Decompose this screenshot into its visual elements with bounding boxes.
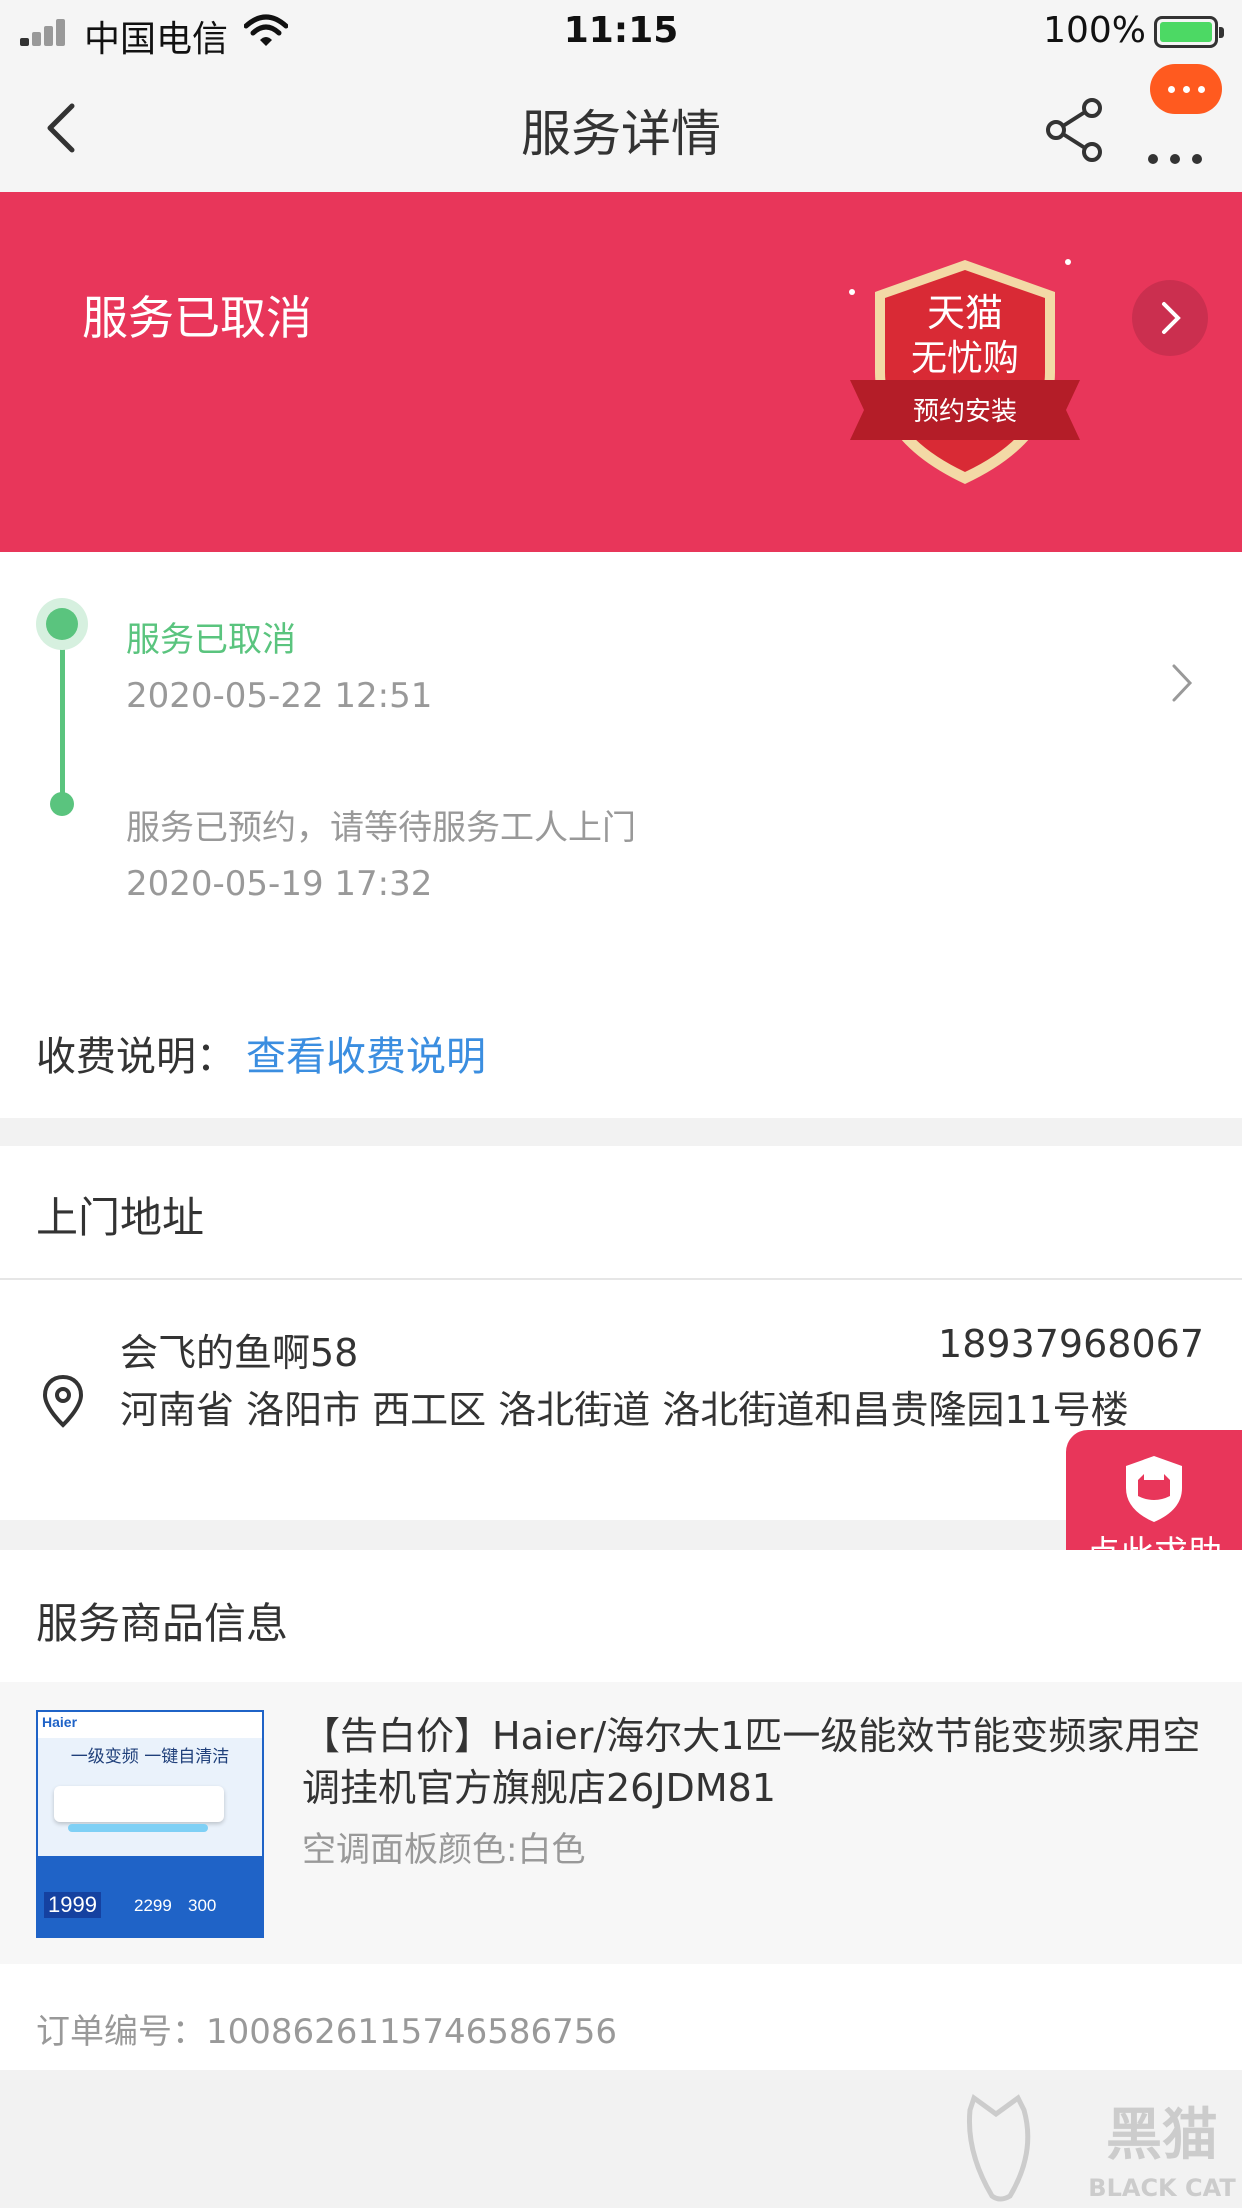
thumb-brand: Haier (42, 1714, 78, 1730)
share-icon[interactable] (1040, 94, 1110, 164)
product-spec: 空调面板颜色:白色 (302, 1830, 586, 1870)
location-pin-icon (42, 1374, 84, 1428)
product-title[interactable]: 【告白价】Haier/海尔大1匹一级能效节能变频家用空调挂机官方旗舰店26JDM… (302, 1710, 1202, 1814)
tmall-worry-free-badge: 天猫 无忧购 预约安装 (849, 259, 1080, 484)
status-bar: 中国电信 11:15 100% (0, 0, 1242, 64)
timeline-time: 2020-05-22 12:51 (126, 676, 433, 716)
timeline-time: 2020-05-19 17:32 (126, 864, 433, 904)
service-status-banner[interactable]: 服务已取消 天猫 无忧购 预约安装 (0, 192, 1242, 552)
watermark-en: BLACK CAT (1088, 2174, 1236, 2202)
product-header: 服务商品信息 (36, 1599, 289, 1648)
product-thumbnail[interactable]: Haier 一级变频 一键自清洁 1999 2299 300 (36, 1710, 264, 1938)
badge-line2: 无忧购 (911, 338, 1019, 379)
address-header: 上门地址 (36, 1193, 205, 1242)
nav-bar: 服务详情 (0, 64, 1242, 192)
black-cat-watermark-logo: 黑猫 BLACK CAT (967, 2093, 1236, 2202)
timeline-dot-current (36, 598, 88, 650)
order-number-value: 1008626115746586756 (206, 2012, 618, 2052)
fee-label: 收费说明： (36, 1034, 236, 1080)
chevron-right-icon[interactable] (1164, 658, 1200, 708)
thumb-price-now: 1999 (44, 1892, 101, 1918)
badge-ribbon: 预约安装 (913, 397, 1017, 427)
fee-info-link[interactable]: 查看收费说明 (246, 1024, 486, 1082)
service-timeline-card: 服务已取消 2020-05-22 12:51 服务已预约，请等待服务工人上门 2… (0, 552, 1242, 1118)
timeline-status: 服务已取消 (126, 620, 296, 660)
timeline-dot (50, 792, 74, 816)
address-card: 上门地址 会飞的鱼啊58 18937968067 河南省 洛阳市 西工区 洛北街… (0, 1146, 1242, 1520)
message-bubble-icon[interactable] (1150, 64, 1222, 114)
chevron-right-icon[interactable] (1132, 280, 1208, 356)
order-number: 订单编号：1008626115746586756 (36, 2004, 617, 2053)
badge-line1: 天猫 (927, 291, 1003, 335)
contact-phone: 18937968067 (938, 1322, 1204, 1366)
battery-icon (1154, 16, 1224, 48)
product-card: 服务商品信息 Haier 一级变频 一键自清洁 1999 2299 300 【告… (0, 1550, 1242, 2070)
order-number-label: 订单编号： (36, 2012, 206, 2052)
thumb-price-orig: 2299 (134, 1896, 172, 1915)
address-detail: 河南省 洛阳市 西工区 洛北街道 洛北街道和昌贵隆园11号楼 (120, 1388, 1129, 1432)
shield-icon (1126, 1456, 1182, 1522)
watermark-cn: 黑猫 (1106, 2103, 1218, 2168)
thumb-price-off: 300 (188, 1896, 217, 1915)
banner-status-text: 服务已取消 (82, 291, 312, 345)
battery-percent: 100% (1043, 10, 1146, 51)
timeline-status: 服务已预约，请等待服务工人上门 (126, 808, 636, 848)
product-row[interactable]: Haier 一级变频 一键自清洁 1999 2299 300 【告白价】Haie… (0, 1682, 1242, 1964)
contact-name: 会飞的鱼啊58 (120, 1331, 359, 1375)
divider (0, 1278, 1242, 1280)
thumb-headline: 一级变频 一键自清洁 (70, 1747, 230, 1767)
